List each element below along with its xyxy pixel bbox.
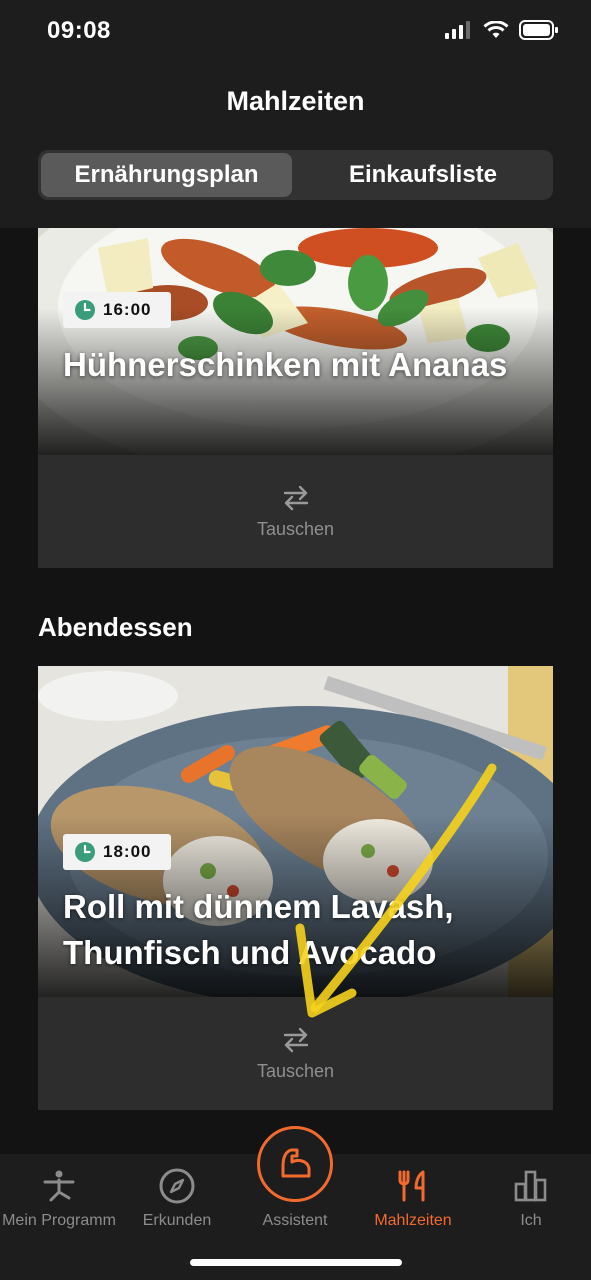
tab-bar: Mein Programm Erkunden Assistent Mahlzei… xyxy=(0,1126,591,1280)
signal-icon xyxy=(445,21,470,39)
battery-icon xyxy=(519,20,558,40)
tab-label: Ich xyxy=(520,1212,542,1229)
meal-list[interactable]: 16:00 Hühnerschinken mit Ananas Tauschen… xyxy=(0,228,591,1154)
tab-ernaehrungsplan[interactable]: Ernährungsplan xyxy=(41,153,292,197)
wifi-icon xyxy=(483,21,509,38)
assistant-button[interactable] xyxy=(257,1126,333,1202)
status-icons xyxy=(445,20,559,40)
tab-mein-programm[interactable]: Mein Programm xyxy=(0,1154,118,1244)
compass-icon xyxy=(159,1166,195,1206)
status-bar: 09:08 xyxy=(0,0,591,62)
tab-erkunden[interactable]: Erkunden xyxy=(118,1154,236,1244)
person-yoga-icon xyxy=(41,1166,77,1206)
annotation-arrow xyxy=(295,763,497,1018)
flexed-arm-icon xyxy=(281,1148,311,1178)
page-title: Mahlzeiten xyxy=(226,86,365,116)
fork-knife-icon xyxy=(395,1166,431,1206)
header: Mahlzeiten Ernährungsplan Einkaufsliste xyxy=(0,62,591,228)
bar-chart-icon xyxy=(513,1166,549,1206)
tab-einkaufsliste[interactable]: Einkaufsliste xyxy=(296,153,550,197)
tab-ich[interactable]: Ich xyxy=(472,1154,590,1244)
tab-label: Assistent xyxy=(262,1212,328,1229)
tab-mahlzeiten[interactable]: Mahlzeiten xyxy=(354,1154,472,1244)
home-indicator[interactable] xyxy=(190,1259,402,1266)
tab-label: Erkunden xyxy=(142,1212,212,1229)
status-time: 09:08 xyxy=(47,17,111,44)
tab-label: Mein Programm xyxy=(2,1212,116,1229)
tab-label: Mahlzeiten xyxy=(374,1212,452,1229)
segmented-control: Ernährungsplan Einkaufsliste xyxy=(38,150,553,200)
